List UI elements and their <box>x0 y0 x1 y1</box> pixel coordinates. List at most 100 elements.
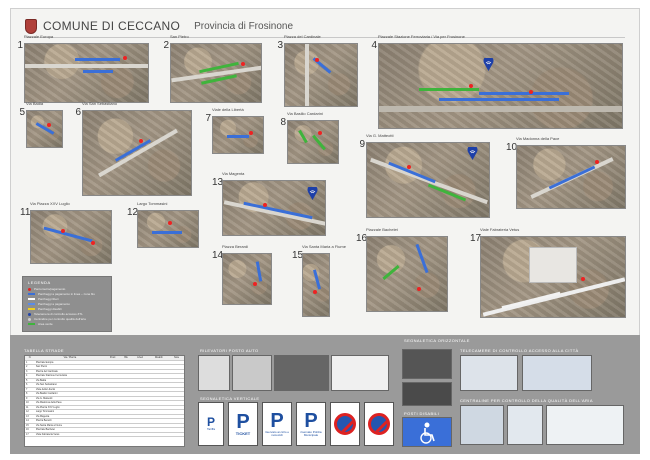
page-title: COMUNE DI CECCANO <box>43 19 181 33</box>
coat-of-arms-icon <box>25 18 37 34</box>
camera-photo-2 <box>522 355 592 391</box>
parking-sign-tariff: P Tariffa <box>198 402 224 446</box>
header-divider <box>25 37 625 38</box>
area-tile-10[interactable]: 10 Via Madonna della Pace <box>506 136 626 209</box>
legend: LEGENDA Parcometro/pagamento Parcheggi a… <box>22 276 112 332</box>
camera-dot-icon <box>28 312 31 316</box>
header: COMUNE DI CECCANO Provincia di Frosinone <box>25 17 293 35</box>
area-number: 7 <box>205 113 211 124</box>
sensor-diagram <box>331 355 389 391</box>
area-tile-11[interactable]: 11 Via Piazza XXV Luglio <box>20 201 112 264</box>
area-tile-1[interactable]: 1 Piazzale Europa <box>17 34 149 103</box>
parking-lines-photo <box>402 382 452 406</box>
area-name: Piazzale Europa <box>24 34 54 39</box>
aerial-photo <box>24 43 149 103</box>
area-number: 3 <box>277 40 283 51</box>
aerial-photo <box>212 116 264 154</box>
table-cell <box>169 432 184 438</box>
area-tile-8[interactable]: 8 Via Basilio Cardarini <box>280 111 339 164</box>
area-name: Viale Fabrateria Vetus <box>480 227 520 232</box>
air-station-dot-icon <box>28 317 31 321</box>
bottom-panel: TABELLA STRADE N. Via / Piazza Posti Blu… <box>10 335 640 454</box>
aerial-photo <box>284 43 358 107</box>
area-tile-16[interactable]: 16 Piazzale Bachelet <box>356 227 448 312</box>
wifi-sensor-icon <box>307 187 318 200</box>
parking-sign-motorcycles: P riservato ai ciclo e motocicli <box>262 402 292 446</box>
area-name: Via Madonna della Pace <box>516 136 560 141</box>
area-number: 2 <box>163 40 169 51</box>
aerial-photo <box>82 110 192 196</box>
table-cell: 17 <box>25 432 35 438</box>
area-tile-17[interactable]: 17 Viale Fabrateria Vetus <box>470 227 626 318</box>
aerial-photo <box>30 210 112 264</box>
aerial-photo <box>26 110 63 148</box>
area-name: Piazza del Cardinale <box>284 34 321 39</box>
area-name: Via Magenta <box>222 171 245 176</box>
legend-item: Parcheggi a pagamento in linea – zona bl… <box>28 292 95 296</box>
red-dot-icon <box>28 287 31 291</box>
wifi-sensor-icon <box>483 58 494 71</box>
legend-item: Parcometro/pagamento <box>28 287 65 291</box>
air-quality-stations-title: CENTRALINE PER CONTROLLO DELLA QUALITÀ D… <box>460 398 593 403</box>
aerial-photo <box>366 236 448 312</box>
area-tile-4[interactable]: 4 Piazzale Stazione Ferroviaria / Via pe… <box>371 34 623 129</box>
area-tile-2[interactable]: 2 San Pietro <box>163 34 262 103</box>
area-number: 1 <box>17 40 23 51</box>
area-name: Via Piazza XXV Luglio <box>30 201 70 206</box>
area-tile-13[interactable]: 13 Via Magenta <box>212 171 326 236</box>
aerial-photo <box>516 145 626 209</box>
area-number: 16 <box>356 233 368 244</box>
camera-photo-1 <box>460 355 518 391</box>
legend-item: Telecamera di controllo accesso ZTL <box>28 312 83 316</box>
area-tile-5[interactable]: 5 Via Badia <box>19 101 63 148</box>
area-number: 17 <box>470 233 482 244</box>
aerial-photo <box>480 236 626 318</box>
table-cell <box>104 432 121 438</box>
table-cell: Viale Fabrateria Vetus <box>34 432 105 438</box>
area-tile-15[interactable]: 15 Via Santa Maria a Fiume <box>292 244 346 317</box>
aerial-photo <box>378 43 623 129</box>
table-cell <box>148 432 170 438</box>
legend-item: Parcheggi liberi <box>28 297 59 301</box>
light-blue-bar-icon <box>28 303 35 305</box>
horizontal-signage-photo <box>402 349 452 379</box>
no-stopping-sign <box>364 402 394 446</box>
area-tile-7[interactable]: 7 Viale della Libertà <box>205 107 264 154</box>
aerial-photo <box>366 142 490 218</box>
table-cell <box>120 432 132 438</box>
page-subtitle: Provincia di Frosinone <box>194 20 294 32</box>
sensors-title: RILEVATORI POSTO AUTO <box>200 348 259 353</box>
area-name: Piazzale Bachelet <box>366 227 398 232</box>
disabled-parking-photo <box>402 417 452 447</box>
no-parking-sign <box>330 402 360 446</box>
area-name: Via G. Matteotti <box>366 133 394 138</box>
sensor-photo <box>198 355 230 391</box>
area-name: Piazzale Stazione Ferroviaria / Via per … <box>378 34 465 39</box>
area-tile-3[interactable]: 3 Piazza del Cardinale <box>277 34 358 107</box>
area-tile-9[interactable]: 9 Via G. Matteotti <box>359 133 490 218</box>
area-number: 5 <box>19 107 25 118</box>
area-name: Via Badia <box>26 101 44 106</box>
air-station-photo-1 <box>460 405 504 445</box>
area-number: 13 <box>212 177 224 188</box>
aerial-photo <box>222 180 326 236</box>
table-title: TABELLA STRADE <box>24 348 64 353</box>
area-number: 12 <box>127 207 139 218</box>
aerial-photo <box>170 43 262 103</box>
sensor-road-photo <box>274 355 329 391</box>
area-number: 9 <box>359 139 365 150</box>
area-tile-14[interactable]: 14 Piazza Berardi <box>212 244 272 305</box>
area-name: Via San Sebastiano <box>82 101 118 106</box>
air-station-photo-2 <box>507 405 543 445</box>
aerial-photo <box>222 253 272 305</box>
aerial-photo <box>287 120 339 164</box>
wheelchair-icon <box>420 422 435 444</box>
area-number: 10 <box>506 142 518 153</box>
area-name: Via Basilio Cardarini <box>287 111 323 116</box>
area-tile-6[interactable]: 6 Via San Sebastiano <box>75 101 192 196</box>
area-tile-12[interactable]: 12 Largo Tommasini <box>127 201 199 248</box>
no-parking-icon <box>334 413 356 435</box>
area-number: 15 <box>292 250 304 261</box>
area-name: Largo Tommasini <box>137 201 168 206</box>
legend-item: Parcheggi a pagamento <box>28 302 70 306</box>
